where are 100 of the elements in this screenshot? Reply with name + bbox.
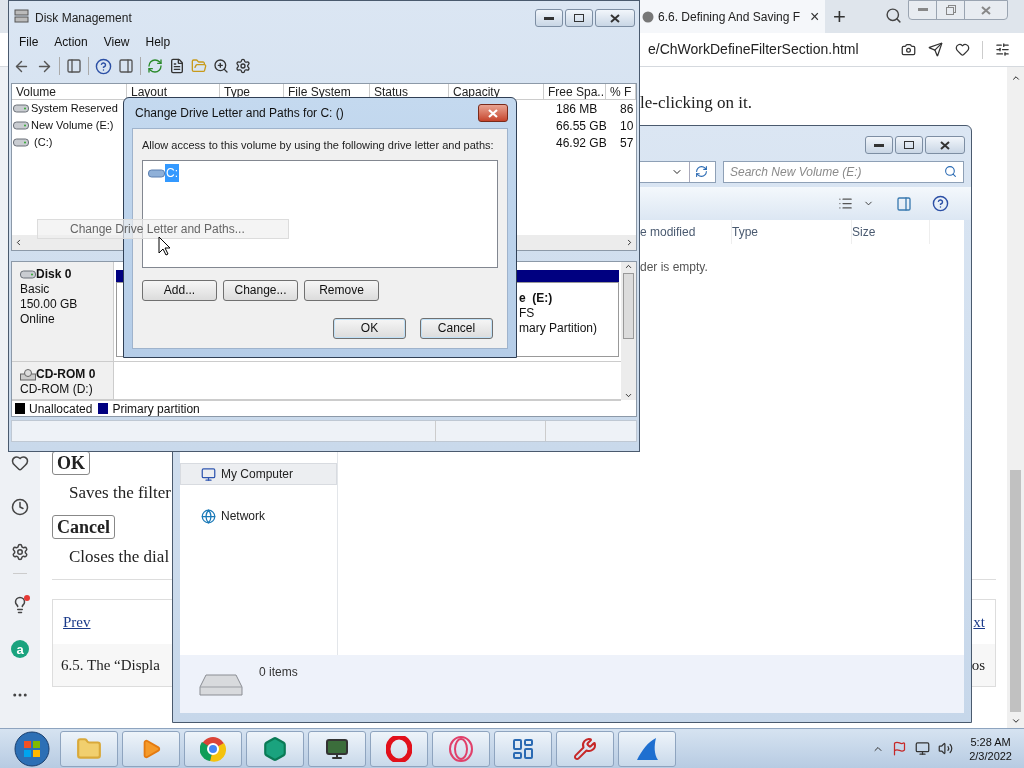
- table-cell-text: 46.92 GB: [555, 134, 608, 152]
- menu-item[interactable]: Action: [54, 33, 88, 51]
- drive-name[interactable]: (C:): [31, 134, 53, 151]
- column-header[interactable]: % F: [606, 84, 636, 99]
- close-button[interactable]: [925, 136, 965, 154]
- maximize-icon: [574, 14, 584, 22]
- maximize-button[interactable]: [565, 9, 593, 27]
- drive-icon: [20, 270, 36, 279]
- table-cell-text: 57: [619, 134, 635, 152]
- disk-detail: Online: [20, 312, 56, 327]
- column-header[interactable]: Type: [732, 220, 852, 244]
- ok-button[interactable]: OK: [333, 317, 406, 339]
- speaker-icon[interactable]: [938, 741, 954, 756]
- disk-name: Disk 0: [36, 267, 72, 282]
- action-button[interactable]: Add...: [142, 279, 217, 301]
- next-title: os: [971, 655, 985, 675]
- search-icon[interactable]: [885, 7, 902, 24]
- drive-name[interactable]: New Volume (E:): [31, 117, 114, 134]
- clock-icon[interactable]: [11, 498, 29, 516]
- scroll-down-icon[interactable]: [1010, 716, 1021, 726]
- send-icon[interactable]: [928, 42, 943, 57]
- ring-logo-icon: [448, 735, 474, 762]
- scroll-left-icon[interactable]: [14, 238, 23, 247]
- scroll-down-icon[interactable]: [624, 391, 633, 400]
- camera-icon[interactable]: [901, 42, 916, 57]
- search-field[interactable]: Search New Volume (E:): [723, 160, 964, 183]
- scroll-up-icon[interactable]: [624, 262, 633, 271]
- disk-detail: CD-ROM (D:): [20, 382, 94, 397]
- disk-detail: 150.00 GB: [20, 297, 79, 312]
- disc-icon: [20, 368, 36, 381]
- drive-icon: [13, 138, 29, 147]
- table-cell-text: 10: [619, 117, 635, 135]
- refresh-icon[interactable]: [695, 165, 708, 178]
- start-button[interactable]: [14, 730, 50, 767]
- table-cell-text: 86: [619, 100, 635, 118]
- action-button[interactable]: Change...: [223, 279, 298, 301]
- taskbar-button[interactable]: [494, 730, 552, 767]
- next-link[interactable]: xt: [973, 610, 985, 634]
- scroll-right-icon[interactable]: [625, 238, 634, 247]
- network-icon[interactable]: [915, 741, 931, 756]
- minimize-button[interactable]: [535, 9, 563, 27]
- search-icon: [944, 165, 957, 178]
- shield-icon: [262, 735, 288, 762]
- settings-icon[interactable]: [235, 58, 251, 74]
- column-header[interactable]: Size: [852, 220, 930, 244]
- help-icon[interactable]: [95, 57, 112, 75]
- preview-pane-icon[interactable]: [896, 195, 912, 212]
- menu-item[interactable]: Help: [145, 33, 171, 51]
- computer-icon: [201, 466, 216, 482]
- maximize-icon: [904, 141, 914, 149]
- magnifier-icon[interactable]: [213, 58, 229, 74]
- help-icon[interactable]: [932, 195, 949, 212]
- folder-icon: [76, 735, 102, 762]
- navigation-item[interactable]: Network: [180, 505, 337, 527]
- browser-tab[interactable]: 6.6. Defining And Saving F ×: [640, 0, 825, 33]
- new-tab-button[interactable]: +: [833, 0, 846, 33]
- sliders-icon[interactable]: [995, 42, 1010, 57]
- panel-icon[interactable]: [118, 58, 134, 74]
- minimize-icon: [874, 143, 884, 147]
- flag-icon[interactable]: [892, 741, 908, 756]
- scroll-up-icon[interactable]: [1010, 73, 1021, 83]
- taskbar-button[interactable]: [556, 730, 614, 767]
- toolbox-icon: [573, 736, 597, 761]
- minimize-button[interactable]: [865, 136, 893, 154]
- cancel-button[interactable]: Cancel: [420, 317, 493, 339]
- minimize-icon: [917, 8, 928, 12]
- view-icon[interactable]: [838, 196, 853, 211]
- menu-item[interactable]: View: [103, 33, 130, 51]
- heart-icon[interactable]: [11, 454, 29, 472]
- control-panel-icon: [511, 736, 535, 761]
- legend-label: Primary partition: [112, 400, 200, 418]
- close-icon: [610, 13, 620, 23]
- action-button[interactable]: Remove: [304, 279, 379, 301]
- address-field[interactable]: e/ChWorkDefineFilterSection.html: [648, 39, 859, 60]
- scroll-thumb[interactable]: [623, 273, 634, 339]
- clock[interactable]: 5:28 AM 2/3/2022: [969, 734, 1012, 763]
- panel-icon[interactable]: [66, 58, 82, 74]
- taskbar-button[interactable]: [308, 730, 366, 767]
- scroll-thumb[interactable]: [1010, 470, 1021, 712]
- refresh-icon[interactable]: [147, 58, 163, 74]
- close-button[interactable]: [595, 9, 635, 27]
- settings-icon[interactable]: [11, 543, 29, 561]
- drive-icon: [13, 104, 29, 113]
- clock-time: 5:28 AM: [970, 734, 1011, 749]
- menu-item[interactable]: File: [19, 33, 39, 51]
- term-description: Saves the filter: [68, 483, 172, 503]
- legend-label: Unallocated: [29, 400, 93, 418]
- table-cell-text: 66.55 GB: [555, 117, 608, 135]
- close-button[interactable]: [478, 104, 508, 122]
- heart-icon[interactable]: [955, 42, 970, 57]
- item-count: 0 items: [259, 664, 298, 681]
- drive-name[interactable]: System Reserved: [31, 100, 118, 117]
- column-header[interactable]: Free Spa...: [544, 84, 606, 99]
- tab-close[interactable]: ×: [810, 4, 820, 29]
- round-logo-icon: [200, 735, 226, 762]
- maximize-button[interactable]: [895, 136, 923, 154]
- properties-icon[interactable]: [169, 58, 185, 74]
- navigation-item[interactable]: My Computer: [180, 463, 337, 485]
- prev-link[interactable]: Prev: [63, 610, 91, 634]
- term-label: Cancel: [52, 515, 115, 539]
